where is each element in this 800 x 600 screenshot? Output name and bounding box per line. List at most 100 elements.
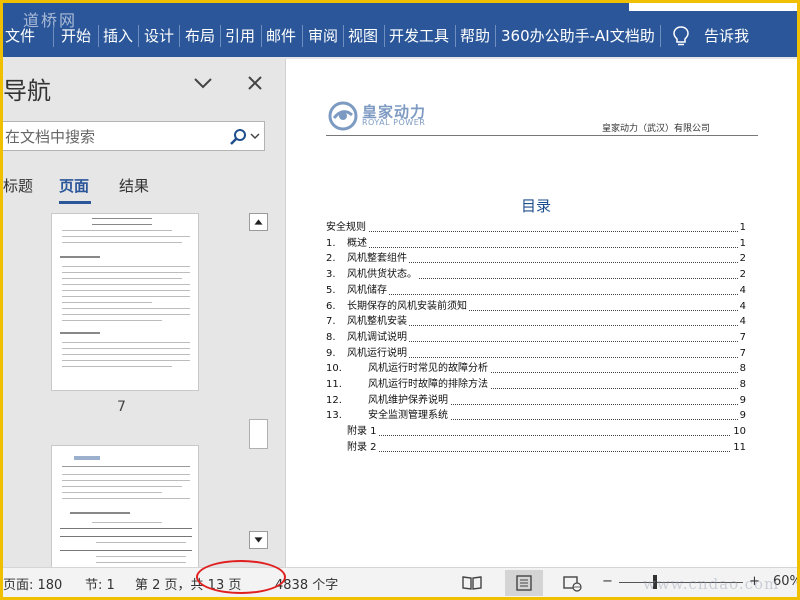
toc-entry-text: 风机运行说明 — [347, 346, 409, 361]
tab-360-assistant[interactable]: 360办公助手-AI文档助 — [501, 23, 655, 49]
tab-home[interactable]: 开始 — [61, 23, 91, 49]
toc-entry[interactable]: 附录 2 11 — [326, 440, 746, 455]
toc-entry[interactable]: 9. 风机运行说明 7 — [326, 346, 746, 361]
toc-leader-dots — [347, 246, 746, 248]
toc-leader-dots — [347, 450, 746, 452]
toc-entry[interactable]: 3. 风机供货状态。 2 — [326, 268, 746, 283]
nav-tab-pages[interactable]: 页面 — [59, 175, 89, 196]
toc-leader-dots — [347, 435, 746, 437]
web-layout-icon[interactable] — [559, 572, 585, 594]
document-area: 皇家动力 ROYAL POWER 皇家动力（武汉）有限公司 目录 安全规则 1 1.… — [283, 57, 797, 567]
tab-layout[interactable]: 布局 — [185, 23, 215, 49]
tab-separator — [495, 25, 496, 47]
toc-entry-text: 附录 2 — [347, 440, 379, 455]
nav-tab-headings[interactable]: 标题 — [3, 175, 33, 196]
status-section[interactable]: 节: 1 — [85, 574, 115, 593]
toc-entry[interactable]: 13. 安全监测管理系统 9 — [326, 409, 746, 424]
ribbon-tab-bar: 道桥网 文件 开始 插入 设计 布局 引用 邮件 审阅 视图 开发工具 帮助 3… — [3, 3, 797, 57]
highlight-annotation — [196, 560, 286, 594]
tab-separator — [343, 25, 344, 47]
toc-entry-text: 风机储存 — [347, 283, 389, 298]
toc-entry-page: 4 — [737, 315, 746, 330]
toc-entry-text: 附录 1 — [347, 425, 379, 440]
toc-entry-number: 1. — [326, 237, 336, 249]
toc-entry-number: 13. — [326, 410, 342, 422]
zoom-out-button[interactable]: − — [602, 574, 613, 589]
close-icon[interactable] — [247, 75, 263, 91]
tab-review[interactable]: 审阅 — [308, 23, 338, 49]
nav-tab-results[interactable]: 结果 — [119, 175, 149, 196]
toc-entry-number: 6. — [326, 300, 336, 312]
tab-view[interactable]: 视图 — [348, 23, 378, 49]
tab-separator — [98, 25, 99, 47]
toc-entry-number: 10. — [326, 363, 342, 375]
toc-entry[interactable]: 2. 风机整套组件 2 — [326, 252, 746, 267]
page-thumbnail-8[interactable] — [51, 445, 199, 567]
active-tab-indicator — [59, 201, 91, 204]
toc-entry-text: 风机运行时常见的故障分析 — [368, 362, 490, 377]
tab-mailings[interactable]: 邮件 — [266, 23, 296, 49]
read-mode-icon[interactable] — [459, 572, 485, 594]
toc-entry-page: 4 — [737, 283, 746, 298]
chevron-down-icon[interactable] — [193, 75, 213, 91]
page-thumbnails: 7 — [3, 213, 249, 567]
tab-design[interactable]: 设计 — [144, 23, 174, 49]
toc-entry-text: 风机调试说明 — [347, 330, 409, 345]
tab-developer[interactable]: 开发工具 — [389, 23, 449, 49]
print-layout-button[interactable] — [505, 570, 543, 596]
scrollbar-thumb[interactable] — [249, 419, 268, 449]
toc-entry-page: 8 — [737, 362, 746, 377]
toc-entry-page: 9 — [737, 409, 746, 424]
toc-entry[interactable]: 12. 风机维护保养说明 9 — [326, 393, 746, 408]
lightbulb-icon[interactable] — [671, 24, 691, 48]
toc-entry-number: 12. — [326, 394, 342, 406]
toc-entry[interactable]: 10. 风机运行时常见的故障分析 8 — [326, 362, 746, 377]
tab-references[interactable]: 引用 — [225, 23, 255, 49]
toc-entry-page: 1 — [737, 221, 746, 235]
toc-entry-page: 1 — [737, 236, 746, 251]
toc-entry-text: 风机维护保养说明 — [368, 393, 450, 408]
toc-entry-text: 概述 — [347, 236, 369, 251]
tab-separator — [302, 25, 303, 47]
toc-entry[interactable]: 安全规则 1 — [326, 221, 746, 235]
tab-help[interactable]: 帮助 — [460, 23, 490, 49]
nav-scrollbar[interactable] — [249, 213, 269, 553]
toc-entry[interactable]: 1. 概述 1 — [326, 236, 746, 251]
tab-insert[interactable]: 插入 — [103, 23, 133, 49]
scroll-down-icon[interactable] — [249, 531, 268, 549]
tell-me-button[interactable]: 告诉我 — [704, 23, 749, 49]
navigation-pane: 导航 标题 页面 结果 — [3, 57, 280, 567]
toc-entry-number: 5. — [326, 284, 336, 296]
title-bar-strip — [569, 3, 797, 11]
scroll-up-icon[interactable] — [249, 213, 268, 231]
status-page-count[interactable]: 页面: 180 — [3, 574, 62, 593]
document-page[interactable]: 皇家动力 ROYAL POWER 皇家动力（武汉）有限公司 目录 安全规则 1 1.… — [285, 59, 797, 567]
tab-separator — [455, 25, 456, 47]
toc-entry-number: 8. — [326, 331, 336, 343]
tab-file[interactable]: 文件 — [5, 23, 35, 49]
search-input[interactable] — [5, 126, 220, 148]
header-company-name: 皇家动力（武汉）有限公司 — [602, 124, 711, 134]
toc-entry-page: 2 — [737, 252, 746, 267]
tab-separator — [53, 25, 54, 47]
search-icon[interactable] — [229, 128, 247, 146]
tab-separator — [179, 25, 180, 47]
page-thumbnail-7[interactable] — [51, 213, 199, 391]
toc-entry-text: 长期保存的风机安装前须知 — [347, 299, 469, 314]
toc-entry[interactable]: 6. 长期保存的风机安装前须知 4 — [326, 299, 746, 314]
toc-entry-number: 3. — [326, 269, 336, 281]
toc-entry[interactable]: 11. 风机运行时故障的排除方法 8 — [326, 378, 746, 392]
logo-text-en: ROYAL POWER — [362, 118, 426, 127]
word-window: 道桥网 文件 开始 插入 设计 布局 引用 邮件 审阅 视图 开发工具 帮助 3… — [3, 3, 797, 597]
toc-entry-number: 11. — [326, 379, 342, 390]
thumbnail-page-number: 7 — [117, 399, 126, 415]
toc-entry[interactable]: 5. 风机储存 4 — [326, 283, 746, 298]
toc-entry[interactable]: 8. 风机调试说明 7 — [326, 330, 746, 345]
toc-entry-page: 4 — [737, 299, 746, 314]
toc-entry[interactable]: 7. 风机整机安装 4 — [326, 315, 746, 330]
watermark-bottom: www.cndao.com — [643, 575, 780, 593]
chevron-down-icon[interactable] — [250, 132, 260, 140]
toc-entry-page: 8 — [737, 378, 746, 392]
toc-entry[interactable]: 附录 1 10 — [326, 425, 746, 440]
header-rule — [326, 135, 758, 136]
